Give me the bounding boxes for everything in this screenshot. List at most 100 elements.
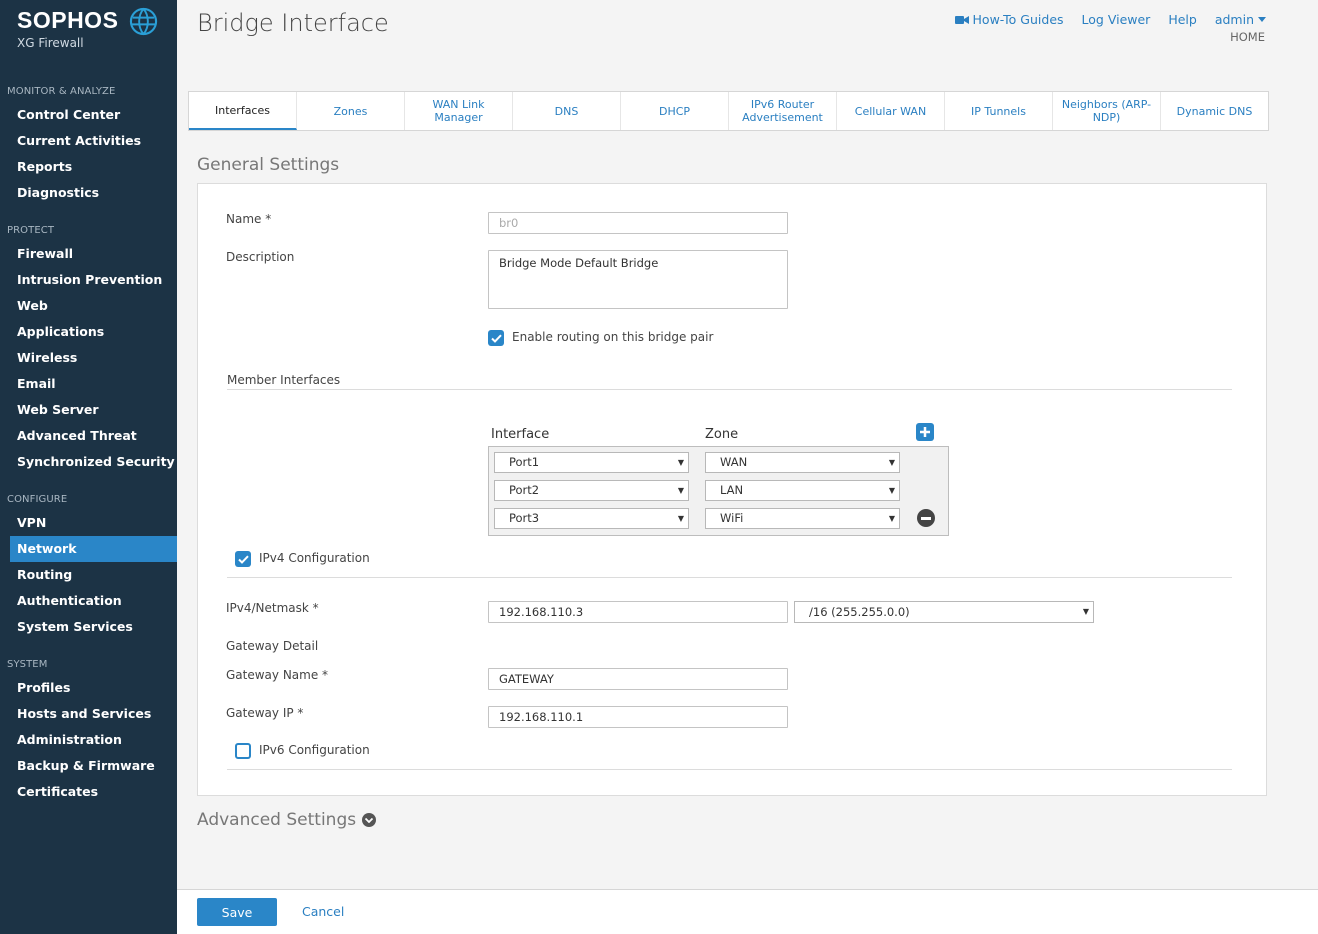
tab-dns[interactable]: DNS: [513, 92, 621, 130]
sidebar-item-control-center[interactable]: Control Center: [10, 102, 177, 128]
sidebar-item-wireless[interactable]: Wireless: [10, 345, 177, 371]
gateway-detail-label: Gateway Detail: [226, 639, 319, 653]
ipv4-address-field[interactable]: [488, 601, 788, 623]
sidebar-item-backup-firmware[interactable]: Backup & Firmware: [10, 753, 177, 779]
zone-select-2[interactable]: LAN: [705, 480, 900, 501]
name-field[interactable]: [488, 212, 788, 234]
log-viewer-link[interactable]: Log Viewer: [1082, 12, 1151, 27]
checkmark-icon: [490, 334, 502, 343]
enable-routing-label: Enable routing on this bridge pair: [512, 330, 714, 344]
tab-bar: Interfaces Zones WAN Link Manager DNS DH…: [188, 91, 1269, 131]
sidebar-item-authentication[interactable]: Authentication: [10, 588, 177, 614]
caret-down-icon: [1258, 17, 1266, 22]
gateway-name-field[interactable]: [488, 668, 788, 690]
add-member-button[interactable]: [916, 423, 934, 441]
zone-column-header: Zone: [705, 427, 739, 442]
sidebar-item-certificates[interactable]: Certificates: [10, 779, 177, 805]
tab-dhcp[interactable]: DHCP: [621, 92, 729, 130]
chevron-down-circle-icon: [362, 813, 377, 827]
admin-menu[interactable]: admin: [1215, 12, 1266, 27]
how-to-guides-label: How-To Guides: [972, 12, 1064, 27]
general-settings-title: General Settings: [197, 155, 340, 175]
main-content: Bridge Interface How-To Guides Log Viewe…: [177, 0, 1318, 934]
name-label: Name *: [226, 212, 272, 226]
description-field[interactable]: Bridge Mode Default Bridge: [488, 250, 788, 309]
sidebar: SOPHOS XG Firewall MONITOR & ANALYZE Con…: [0, 0, 177, 934]
interface-select-1[interactable]: Port1: [494, 452, 689, 473]
cancel-button[interactable]: Cancel: [302, 904, 344, 919]
sidebar-item-diagnostics[interactable]: Diagnostics: [10, 180, 177, 206]
sidebar-item-system-services[interactable]: System Services: [10, 614, 177, 640]
sidebar-item-routing[interactable]: Routing: [10, 562, 177, 588]
tab-interfaces[interactable]: Interfaces: [189, 92, 297, 130]
footer-bar: Save Cancel: [177, 889, 1318, 934]
remove-member-button[interactable]: [917, 509, 935, 527]
tab-neighbors[interactable]: Neighbors (ARP-NDP): [1053, 92, 1161, 130]
sidebar-item-current-activities[interactable]: Current Activities: [10, 128, 177, 154]
gateway-name-label: Gateway Name *: [226, 668, 329, 682]
brand-name: SOPHOS: [17, 7, 119, 33]
product-name: XG Firewall: [17, 36, 84, 50]
divider: [227, 389, 1232, 390]
gateway-ip-field[interactable]: [488, 706, 788, 728]
sidebar-item-administration[interactable]: Administration: [10, 727, 177, 753]
help-link[interactable]: Help: [1168, 12, 1197, 27]
ipv6-configuration-checkbox[interactable]: [235, 743, 251, 759]
sidebar-item-network[interactable]: Network: [10, 536, 177, 562]
member-interfaces-table: Port1 WAN Port2 LAN Port3 WiFi: [488, 446, 949, 536]
save-button[interactable]: Save: [197, 898, 277, 926]
zone-select-1[interactable]: WAN: [705, 452, 900, 473]
advanced-settings-title: Advanced Settings: [197, 810, 357, 830]
sidebar-item-intrusion-prevention[interactable]: Intrusion Prevention: [10, 267, 177, 293]
top-links: How-To Guides Log Viewer Help admin: [954, 12, 1266, 27]
sidebar-item-hosts-and-services[interactable]: Hosts and Services: [10, 701, 177, 727]
sidebar-item-web[interactable]: Web: [10, 293, 177, 319]
tab-cellular-wan[interactable]: Cellular WAN: [837, 92, 945, 130]
description-label: Description: [226, 250, 295, 264]
minus-icon: [921, 516, 931, 520]
page-title: Bridge Interface: [197, 9, 389, 37]
enable-routing-checkbox[interactable]: [488, 330, 504, 346]
sidebar-item-profiles[interactable]: Profiles: [10, 675, 177, 701]
zone-select-3[interactable]: WiFi: [705, 508, 900, 529]
section-system: SYSTEM: [7, 659, 48, 670]
tab-zones[interactable]: Zones: [297, 92, 405, 130]
tab-ipv6-router-advertisement[interactable]: IPv6 Router Advertisement: [729, 92, 837, 130]
checkmark-icon: [237, 555, 249, 564]
sidebar-item-reports[interactable]: Reports: [10, 154, 177, 180]
interface-select-3[interactable]: Port3: [494, 508, 689, 529]
sidebar-item-vpn[interactable]: VPN: [10, 510, 177, 536]
plus-icon: [920, 427, 930, 437]
sidebar-item-firewall[interactable]: Firewall: [10, 241, 177, 267]
sidebar-item-applications[interactable]: Applications: [10, 319, 177, 345]
globe-icon: [129, 7, 158, 36]
sidebar-item-web-server[interactable]: Web Server: [10, 397, 177, 423]
video-camera-icon: [954, 15, 969, 24]
section-protect: PROTECT: [7, 225, 55, 236]
netmask-select[interactable]: /16 (255.255.0.0): [794, 601, 1094, 623]
ipv4-configuration-label: IPv4 Configuration: [259, 551, 370, 565]
tab-wan-link-manager[interactable]: WAN Link Manager: [405, 92, 513, 130]
admin-label: admin: [1214, 12, 1254, 27]
member-interfaces-title: Member Interfaces: [227, 373, 341, 387]
advanced-settings-toggle[interactable]: Advanced Settings: [197, 810, 377, 830]
sidebar-item-advanced-threat[interactable]: Advanced Threat: [10, 423, 177, 449]
ipv4-netmask-label: IPv4/Netmask *: [226, 601, 319, 615]
sophos-logo[interactable]: SOPHOS XG Firewall: [17, 7, 162, 57]
general-settings-panel: Name * Description Bridge Mode Default B…: [197, 183, 1267, 796]
divider: [227, 769, 1232, 770]
ipv4-configuration-checkbox[interactable]: [235, 551, 251, 567]
tab-dynamic-dns[interactable]: Dynamic DNS: [1161, 92, 1268, 130]
section-monitor-analyze: MONITOR & ANALYZE: [7, 86, 116, 97]
sidebar-item-email[interactable]: Email: [10, 371, 177, 397]
section-configure: CONFIGURE: [7, 494, 68, 505]
interface-select-2[interactable]: Port2: [494, 480, 689, 501]
ipv6-configuration-label: IPv6 Configuration: [259, 743, 370, 757]
divider: [227, 577, 1232, 578]
how-to-guides-link[interactable]: How-To Guides: [954, 12, 1064, 27]
home-breadcrumb[interactable]: HOME: [1230, 30, 1265, 44]
sidebar-item-synchronized-security[interactable]: Synchronized Security: [10, 449, 177, 475]
interface-column-header: Interface: [491, 427, 550, 442]
tab-ip-tunnels[interactable]: IP Tunnels: [945, 92, 1053, 130]
gateway-ip-label: Gateway IP *: [226, 706, 304, 720]
